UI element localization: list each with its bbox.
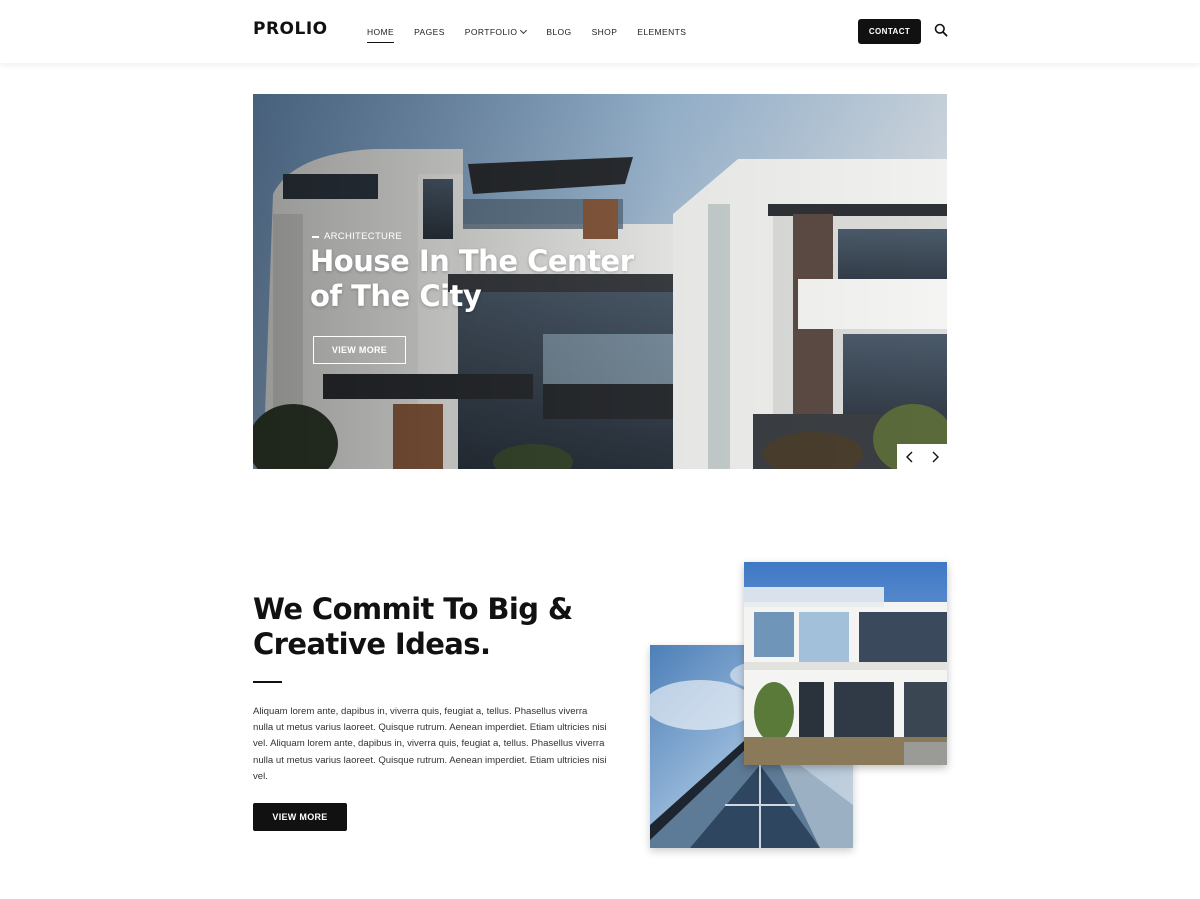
hero-category-label: ARCHITECTURE	[324, 231, 403, 242]
slider-arrows	[897, 444, 947, 469]
nav-item-label: BLOG	[546, 27, 572, 37]
nav-item-pages[interactable]: PAGES	[414, 27, 445, 37]
nav-item-shop[interactable]: SHOP	[592, 27, 618, 37]
nav-item-portfolio[interactable]: PORTFOLIO	[464, 26, 528, 37]
contact-button[interactable]: CONTACT	[858, 19, 921, 44]
chevron-left-icon	[905, 451, 912, 462]
modern-house-photo	[744, 562, 947, 765]
nav-item-label: ELEMENTS	[637, 27, 687, 37]
chevron-right-icon	[932, 451, 939, 462]
section-divider	[253, 681, 282, 683]
hero-title: House In The Center of The City	[310, 244, 634, 313]
section-view-more-button[interactable]: VIEW MORE	[253, 803, 347, 831]
category-dash	[312, 235, 319, 238]
slider-next-button[interactable]	[922, 444, 947, 469]
hero-slider: ARCHITECTURE House In The Center of The …	[253, 94, 947, 469]
slider-prev-button[interactable]	[897, 444, 922, 469]
chevron-down-icon	[520, 26, 528, 35]
hero-view-more-button[interactable]: VIEW MORE	[313, 336, 406, 364]
nav-item-label: PORTFOLIO	[464, 27, 518, 37]
nav-item-blog[interactable]: BLOG	[546, 27, 571, 37]
nav-item-label: HOME	[367, 27, 395, 37]
main-nav: HOME PAGES PORTFOLIO BLOG SHOP ELEMENTS	[367, 26, 706, 43]
nav-item-label: SHOP	[591, 27, 618, 37]
section-title: We Commit To Big & Creative Ideas.	[253, 592, 573, 661]
nav-item-home[interactable]: HOME	[367, 27, 395, 43]
hero-category: ARCHITECTURE	[312, 231, 402, 242]
site-header: PROLIO HOME PAGES PORTFOLIO BLOG SHOP EL…	[0, 0, 1200, 63]
nav-item-elements[interactable]: ELEMENTS	[637, 27, 686, 37]
site-logo[interactable]: PROLIO	[253, 19, 328, 39]
section-body-text: Aliquam lorem ante, dapibus in, viverra …	[253, 706, 607, 782]
search-icon[interactable]	[934, 23, 948, 37]
nav-item-label: PAGES	[414, 27, 445, 37]
